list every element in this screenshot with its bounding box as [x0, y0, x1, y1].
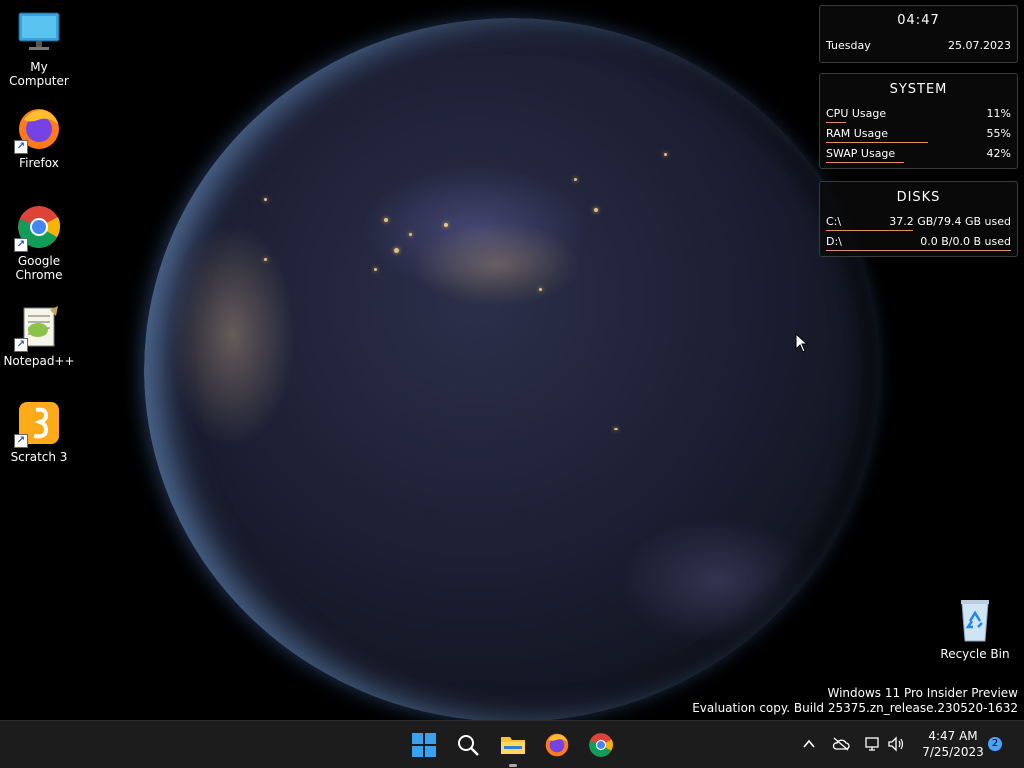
- disk-row-c: C:\ 37.2 GB/79.4 GB used: [826, 215, 1011, 231]
- monitor-icon: [16, 10, 62, 56]
- disk-value: 37.2 GB/79.4 GB used: [889, 215, 1011, 228]
- notification-badge[interactable]: 2: [988, 737, 1002, 751]
- disks-widget: DISKS C:\ 37.2 GB/79.4 GB used D:\ 0.0 B…: [819, 181, 1018, 257]
- taskbar-clock[interactable]: 4:47 AM 7/25/2023: [916, 728, 990, 760]
- mouse-cursor-icon: [795, 333, 809, 353]
- taskbar-time: 4:47 AM: [928, 729, 978, 743]
- system-row-swap: SWAP Usage 42%: [826, 147, 1011, 163]
- desktop-icon-recycle-bin[interactable]: Recycle Bin: [937, 597, 1013, 661]
- chrome-icon: ↗: [14, 204, 62, 252]
- firefox-icon: [545, 733, 569, 757]
- widget-time: 04:47: [897, 13, 940, 28]
- metric-value: 42%: [986, 147, 1011, 160]
- system-widget: SYSTEM CPU Usage 11% RAM Usage 55% SWAP …: [819, 73, 1018, 169]
- disk-label: D:\: [826, 235, 842, 248]
- network-icon: [865, 737, 879, 751]
- desktop-icon-label: Scratch 3: [10, 450, 68, 464]
- volume-icon: [888, 736, 904, 752]
- disk-bar: [826, 230, 913, 231]
- desktop-icon-label: Firefox: [19, 156, 59, 170]
- chrome-taskbar-button[interactable]: [583, 727, 619, 763]
- recycle-bin-icon: [952, 597, 998, 643]
- start-icon: [412, 733, 436, 757]
- disk-value: 0.0 B/0.0 B used: [920, 235, 1011, 248]
- metric-value: 55%: [986, 127, 1011, 140]
- system-row-cpu: CPU Usage 11%: [826, 107, 1011, 123]
- widget-title: DISKS: [896, 190, 941, 205]
- taskbar-date: 7/25/2023: [922, 745, 984, 759]
- firefox-icon: ↗: [14, 106, 62, 154]
- desktop-icon-label: Notepad++: [3, 354, 75, 368]
- earth-globe-image: [144, 18, 880, 720]
- file-explorer-icon: [501, 737, 525, 754]
- firefox-taskbar-button[interactable]: [539, 727, 575, 763]
- watermark-line-2: Evaluation copy. Build 25375.zn_release.…: [692, 701, 1018, 715]
- chrome-icon: [589, 733, 613, 757]
- widget-title: SYSTEM: [889, 82, 948, 97]
- widget-date: 25.07.2023: [948, 39, 1011, 52]
- system-row-ram: RAM Usage 55%: [826, 127, 1011, 143]
- metric-label: SWAP Usage: [826, 147, 896, 160]
- desktop-icon-label: My Computer: [9, 60, 69, 88]
- windows-watermark: Windows 11 Pro Insider Preview Evaluatio…: [692, 686, 1018, 716]
- show-hidden-icons-button[interactable]: [798, 733, 820, 755]
- disk-bar: [826, 250, 1011, 251]
- metric-label: CPU Usage: [826, 107, 887, 120]
- chevron-up-icon: [803, 739, 815, 748]
- scratch-icon: ↗: [14, 400, 62, 448]
- metric-bar: [826, 122, 847, 123]
- file-explorer-button[interactable]: [495, 727, 531, 767]
- metric-label: RAM Usage: [826, 127, 888, 140]
- desktop-icon-scratch[interactable]: ↗ Scratch 3: [1, 400, 77, 464]
- desktop-icon-notepadpp[interactable]: ↗ Notepad++: [1, 304, 77, 368]
- notepadpp-icon: ↗: [14, 304, 62, 352]
- volume-button[interactable]: [885, 733, 907, 755]
- clock-widget: 04:47 Tuesday 25.07.2023: [819, 5, 1018, 63]
- metric-bar: [826, 162, 904, 163]
- widget-day: Tuesday: [826, 39, 871, 52]
- desktop-icon-label: Google Chrome: [15, 254, 63, 282]
- network-button[interactable]: [862, 733, 884, 755]
- metric-bar: [826, 142, 928, 143]
- taskbar: 4:47 AM 7/25/2023 2: [0, 720, 1024, 768]
- start-button[interactable]: [406, 727, 442, 763]
- disk-label: C:\: [826, 215, 842, 228]
- onedrive-button[interactable]: [830, 733, 852, 755]
- desktop-icon-firefox[interactable]: ↗ Firefox: [1, 106, 77, 170]
- cloud-offline-icon: [832, 737, 850, 751]
- desktop-icon-google-chrome[interactable]: ↗ Google Chrome: [1, 204, 77, 282]
- watermark-line-1: Windows 11 Pro Insider Preview: [827, 686, 1018, 700]
- search-button[interactable]: [450, 727, 486, 763]
- search-icon: [458, 735, 479, 756]
- disk-row-d: D:\ 0.0 B/0.0 B used: [826, 235, 1011, 251]
- desktop-icon-my-computer[interactable]: My Computer: [1, 10, 77, 88]
- metric-value: 11%: [986, 107, 1011, 120]
- desktop-icon-label: Recycle Bin: [940, 647, 1010, 661]
